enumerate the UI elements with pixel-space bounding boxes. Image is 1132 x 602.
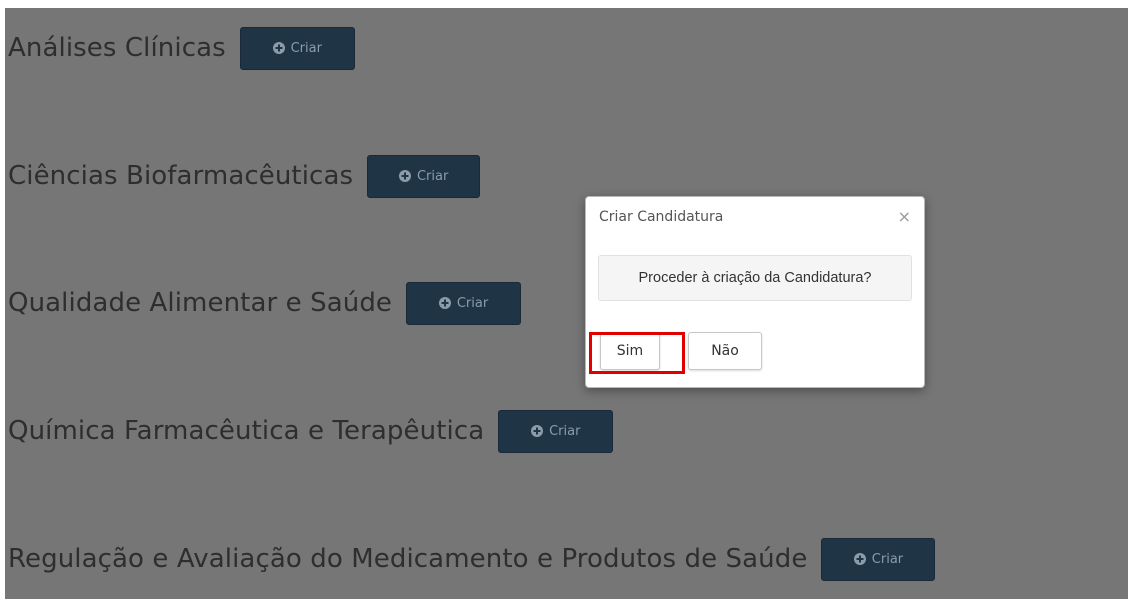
highlight-annotation <box>589 332 685 374</box>
course-row-regulacao-avaliacao: Regulação e Avaliação do Medicamento e P… <box>8 537 936 581</box>
course-row-qualidade-alimentar: Qualidade Alimentar e Saúde Criar <box>8 281 522 325</box>
plus-circle-icon <box>531 425 544 437</box>
plus-circle-icon <box>272 42 285 54</box>
course-title: Qualidade Alimentar e Saúde <box>8 288 393 318</box>
course-row-quimica-farmaceutica: Química Farmacêutica e Terapêutica Criar <box>8 409 614 453</box>
create-button[interactable]: Criar <box>367 154 481 198</box>
cancel-button[interactable]: Não <box>688 332 762 370</box>
plus-circle-icon <box>398 170 411 182</box>
create-button[interactable]: Criar <box>498 409 614 453</box>
course-row-ciencias-biofarmaceuticas: Ciências Biofarmacêuticas Criar <box>8 154 481 198</box>
course-title: Química Farmacêutica e Terapêutica <box>8 416 485 446</box>
create-button-label: Criar <box>456 295 489 311</box>
plus-circle-icon <box>438 297 451 309</box>
create-button-label: Criar <box>549 423 581 439</box>
create-button[interactable]: Criar <box>406 281 522 325</box>
course-row-analises-clinicas: Análises Clínicas Criar <box>8 26 355 70</box>
page-edge-right <box>1128 0 1132 602</box>
create-button-label: Criar <box>416 168 449 184</box>
create-button[interactable]: Criar <box>821 537 936 581</box>
dialog-header: Criar Candidatura × <box>586 197 924 237</box>
dialog-title: Criar Candidatura <box>599 209 724 225</box>
dialog-message: Proceder à criação da Candidatura? <box>598 255 912 301</box>
plus-circle-icon <box>853 553 866 565</box>
course-title: Regulação e Avaliação do Medicamento e P… <box>8 544 808 574</box>
page-edge-left <box>0 0 5 602</box>
course-title: Análises Clínicas <box>8 33 226 63</box>
close-icon[interactable]: × <box>898 209 911 225</box>
course-title: Ciências Biofarmacêuticas <box>8 161 354 191</box>
create-button-label: Criar <box>871 551 904 567</box>
create-button[interactable]: Criar <box>239 26 355 70</box>
page-edge-top <box>0 0 1132 8</box>
create-button-label: Criar <box>290 40 322 56</box>
